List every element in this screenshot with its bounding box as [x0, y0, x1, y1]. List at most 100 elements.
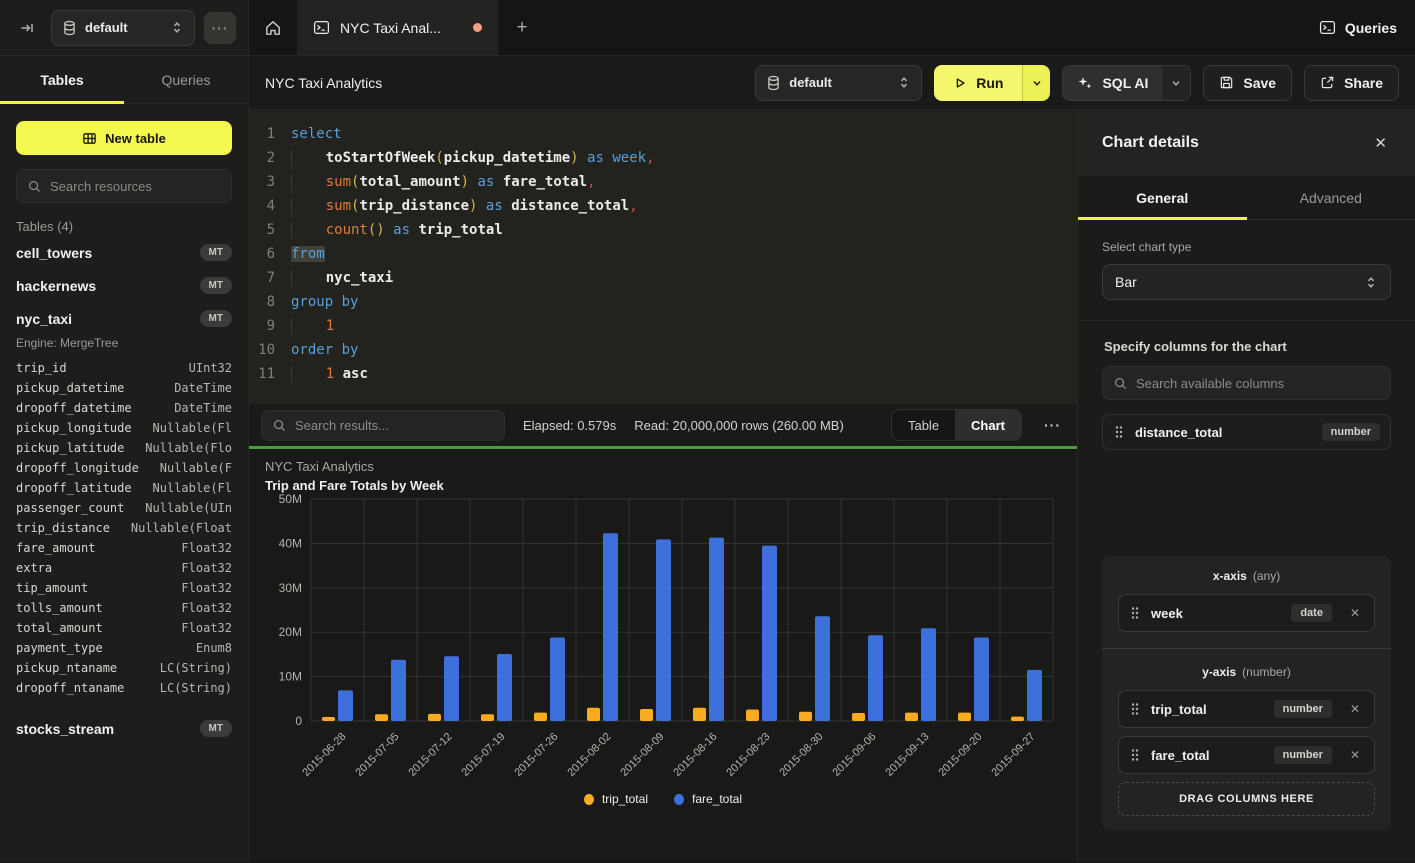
- sql-editor[interactable]: 1select2 toStartOfWeek(pickup_datetime) …: [249, 110, 1077, 404]
- tab-title: NYC Taxi Anal...: [340, 20, 441, 36]
- code-line[interactable]: 8group by: [249, 290, 1077, 314]
- token: 1: [326, 318, 334, 334]
- sql-ai-button[interactable]: SQL AI: [1063, 66, 1162, 100]
- main-area: NYC Taxi Analytics default Run SQL: [249, 56, 1415, 862]
- code-line[interactable]: 9 1: [249, 314, 1077, 338]
- columns-search-input[interactable]: [1136, 376, 1380, 391]
- column-chip-trip_total[interactable]: trip_totalnumber✕: [1118, 690, 1375, 728]
- remove-chip-icon[interactable]: ✕: [1346, 746, 1364, 764]
- x-tick-label: 2015-06-28: [300, 731, 348, 779]
- bar-fare_total: [921, 628, 936, 721]
- new-table-label: New table: [105, 131, 166, 146]
- column-chip-distance_total[interactable]: distance_totalnumber: [1102, 414, 1391, 450]
- drop-zone[interactable]: DRAG COLUMNS HERE: [1118, 782, 1375, 816]
- top-bar: default ··· NYC Taxi Anal... + Queries: [0, 0, 1415, 56]
- collapse-sidebar-button[interactable]: [12, 13, 42, 43]
- code-text: from: [291, 242, 325, 266]
- table-item-hackernews[interactable]: hackernewsMT: [16, 269, 232, 302]
- resource-search-input[interactable]: [50, 179, 221, 194]
- bar-trip_total: [852, 713, 865, 721]
- column-name: pickup_longitude: [16, 418, 132, 438]
- panel-tab-advanced[interactable]: Advanced: [1247, 176, 1415, 219]
- code-line[interactable]: 6from: [249, 242, 1077, 266]
- new-tab-button[interactable]: +: [498, 0, 546, 55]
- bar-trip_total: [746, 710, 759, 722]
- view-toggle-table[interactable]: Table: [892, 410, 955, 440]
- code-line[interactable]: 7 nyc_taxi: [249, 266, 1077, 290]
- query-database-selector[interactable]: default: [755, 65, 922, 101]
- column-type: DateTime: [174, 378, 232, 398]
- close-icon[interactable]: ✕: [1370, 130, 1391, 156]
- column-type: Nullable(Fl: [153, 418, 232, 438]
- code-line[interactable]: 11 1 asc: [249, 362, 1077, 386]
- column-chip-week[interactable]: weekdate✕: [1118, 594, 1375, 632]
- database-selector-value: default: [85, 20, 128, 35]
- indent-guide: [291, 318, 326, 334]
- token: trip_distance: [359, 198, 469, 214]
- run-button[interactable]: Run: [934, 65, 1022, 101]
- column-name: trip_distance: [16, 518, 110, 538]
- x-tick-label: 2015-08-23: [724, 731, 772, 779]
- code-line[interactable]: 10order by: [249, 338, 1077, 362]
- trip_total-legend-dot: [584, 794, 594, 805]
- code-line[interactable]: 3 sum(total_amount) as fare_total,: [249, 170, 1077, 194]
- queries-button[interactable]: Queries: [1301, 0, 1415, 55]
- results-more-button[interactable]: ···: [1040, 417, 1065, 433]
- code-line[interactable]: 5 count() as trip_total: [249, 218, 1077, 242]
- legend-item-trip_total[interactable]: trip_total: [584, 792, 648, 806]
- sql-ai-options-button[interactable]: [1162, 66, 1190, 100]
- bar-fare_total: [1027, 670, 1042, 721]
- chart-type-select[interactable]: Bar: [1102, 264, 1391, 300]
- column-type: Nullable(F: [160, 458, 232, 478]
- table-item-nyc_taxi[interactable]: nyc_taxiMT: [16, 302, 232, 335]
- column-chip-fare_total[interactable]: fare_totalnumber✕: [1118, 736, 1375, 774]
- panel-tab-general[interactable]: General: [1078, 176, 1247, 219]
- column-row: fare_amountFloat32: [16, 538, 232, 558]
- view-toggle-chart[interactable]: Chart: [955, 410, 1021, 440]
- table-item-cell_towers[interactable]: cell_towersMT: [16, 236, 232, 269]
- token: as: [486, 198, 503, 214]
- token: as: [477, 174, 494, 190]
- chip-name: week: [1151, 606, 1183, 621]
- code-line[interactable]: 4 sum(trip_distance) as distance_total,: [249, 194, 1077, 218]
- y-tick-label: 20M: [279, 625, 302, 639]
- column-row: passenger_countNullable(UIn: [16, 498, 232, 518]
- column-type: Enum8: [196, 638, 232, 658]
- run-options-button[interactable]: [1022, 65, 1050, 101]
- table-item-stocks_stream[interactable]: stocks_streamMT: [16, 712, 232, 745]
- remove-chip-icon[interactable]: ✕: [1346, 604, 1364, 622]
- save-button[interactable]: Save: [1203, 65, 1292, 101]
- code-line[interactable]: 1select: [249, 122, 1077, 146]
- sidebar-tab-tables[interactable]: Tables: [0, 56, 124, 103]
- database-icon: [62, 20, 77, 36]
- tab-nyc-taxi-analytics[interactable]: NYC Taxi Anal...: [297, 0, 498, 55]
- page-title: NYC Taxi Analytics: [265, 75, 382, 91]
- bar-trip_total: [481, 714, 494, 721]
- y-axis-title: y-axis(number): [1118, 665, 1375, 679]
- sidebar-tab-queries[interactable]: Queries: [124, 56, 248, 103]
- database-selector[interactable]: default: [51, 10, 195, 46]
- column-name: passenger_count: [16, 498, 124, 518]
- column-type: Float32: [181, 538, 232, 558]
- share-button[interactable]: Share: [1304, 65, 1399, 101]
- collapse-sidebar-icon: [19, 20, 35, 36]
- sidebar-more-button[interactable]: ···: [204, 12, 236, 44]
- query-terminal-icon: [313, 19, 330, 36]
- tables-list: Tables (4) cell_towersMThackernewsMTnyc_…: [0, 209, 248, 745]
- results-search[interactable]: [261, 410, 505, 441]
- specify-columns-label: Specify columns for the chart: [1102, 339, 1391, 354]
- x-tick-label: 2015-07-19: [459, 731, 507, 779]
- code-line[interactable]: 2 toStartOfWeek(pickup_datetime) as week…: [249, 146, 1077, 170]
- column-row: trip_idUInt32: [16, 358, 232, 378]
- columns-search[interactable]: [1102, 366, 1391, 400]
- panel-body: Select chart type Bar Specify columns fo…: [1078, 220, 1415, 862]
- legend-item-fare_total[interactable]: fare_total: [674, 792, 742, 806]
- resource-search[interactable]: [16, 169, 232, 203]
- x-tick-label: 2015-08-09: [618, 731, 666, 779]
- new-table-button[interactable]: New table: [16, 121, 232, 155]
- column-name: dropoff_ntaname: [16, 678, 124, 698]
- editor-column: 1select2 toStartOfWeek(pickup_datetime) …: [249, 110, 1077, 862]
- tab-home[interactable]: [249, 0, 297, 55]
- results-search-input[interactable]: [295, 418, 494, 433]
- remove-chip-icon[interactable]: ✕: [1346, 700, 1364, 718]
